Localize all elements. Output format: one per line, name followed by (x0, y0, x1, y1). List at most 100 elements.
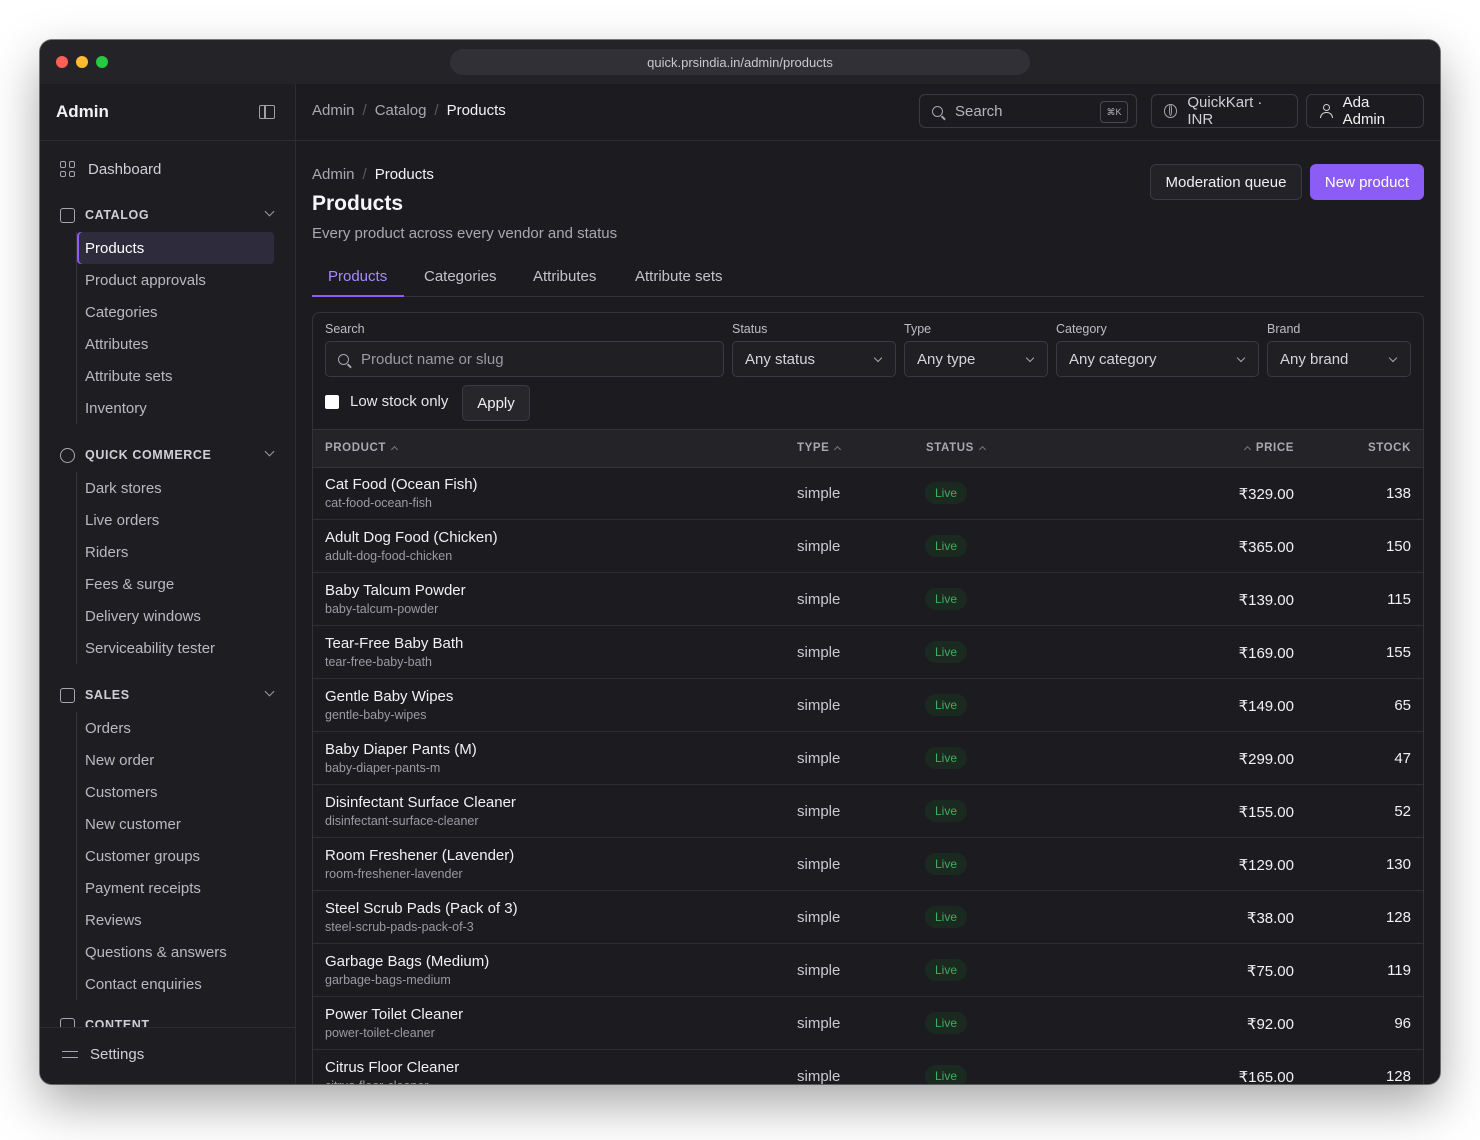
sidebar-item-dashboard[interactable]: Dashboard (60, 159, 161, 179)
tab-attribute-sets[interactable]: Attribute sets (635, 268, 723, 285)
product-price: ₹129.00 (1238, 857, 1294, 874)
product-name[interactable]: Tear-Free Baby Bath (325, 635, 463, 652)
section-catalog[interactable]: CATALOG (60, 205, 275, 225)
type-select-value: Any type (917, 350, 976, 368)
product-type: simple (797, 644, 841, 661)
sidebar-toggle-icon[interactable] (259, 105, 275, 119)
sidebar-item-inventory[interactable]: Inventory (77, 392, 274, 424)
sidebar-item-customers[interactable]: Customers (77, 776, 274, 808)
sidebar-item-attributes[interactable]: Attributes (77, 328, 274, 360)
table-row[interactable]: Baby Talcum Powder baby-talcum-powder simp… (313, 573, 1423, 626)
moderation-queue-button[interactable]: Moderation queue (1150, 164, 1302, 200)
column-header-status[interactable]: STATUS (926, 442, 991, 454)
apply-filters-button[interactable]: Apply (462, 385, 530, 421)
sidebar-item-product-approvals[interactable]: Product approvals (77, 264, 274, 296)
page-subtitle: Every product across every vendor and st… (312, 225, 618, 242)
sidebar-item-live-orders[interactable]: Live orders (77, 504, 274, 536)
sidebar-item-orders[interactable]: Orders (77, 712, 274, 744)
sidebar-item-new-customer[interactable]: New customer (77, 808, 274, 840)
status-badge: Live (925, 800, 968, 822)
product-name[interactable]: Disinfectant Surface Cleaner (325, 794, 516, 811)
tab-products[interactable]: Products (328, 268, 387, 285)
sort-icon (834, 445, 842, 453)
product-slug: room-freshener-lavender (325, 867, 463, 881)
sidebar-item-delivery-windows[interactable]: Delivery windows (77, 600, 274, 632)
section-sales[interactable]: SALES (60, 685, 275, 705)
globe-icon (60, 447, 75, 463)
maximize-window-button[interactable] (96, 56, 108, 68)
tab-categories[interactable]: Categories (424, 268, 497, 285)
table-row[interactable]: Citrus Floor Cleaner citrus-floor-cleaner… (313, 1050, 1423, 1084)
table-row[interactable]: Baby Diaper Pants (M) baby-diaper-pants-m… (313, 732, 1423, 785)
product-slug: cat-food-ocean-fish (325, 496, 433, 510)
product-table-body: Cat Food (Ocean Fish) cat-food-ocean-fish… (313, 467, 1423, 1084)
user-menu-button[interactable]: Ada Admin (1306, 94, 1424, 128)
product-name[interactable]: Steel Scrub Pads (Pack of 3) (325, 900, 518, 917)
table-row[interactable]: Garbage Bags (Medium) garbage-bags-medium… (313, 944, 1423, 997)
sidebar-item-payment-receipts[interactable]: Payment receipts (77, 872, 274, 904)
user-name: Ada Admin (1342, 94, 1386, 128)
chevron-down-icon (1236, 353, 1246, 363)
breadcrumb-catalog[interactable]: Catalog (375, 102, 427, 119)
product-name[interactable]: Garbage Bags (Medium) (325, 953, 489, 970)
product-name[interactable]: Cat Food (Ocean Fish) (325, 476, 478, 493)
sidebar-item-contact-enquiries[interactable]: Contact enquiries (77, 968, 274, 1000)
store-switcher-button[interactable]: QuickKart · INR (1151, 94, 1298, 128)
sidebar-item-customer-groups[interactable]: Customer groups (77, 840, 274, 872)
close-window-button[interactable] (56, 56, 68, 68)
sidebar-item-new-order[interactable]: New order (77, 744, 274, 776)
status-select[interactable]: Any status (732, 341, 896, 377)
sidebar-item-reviews[interactable]: Reviews (77, 904, 274, 936)
sidebar-item-serviceability-tester[interactable]: Serviceability tester (77, 632, 274, 664)
table-row[interactable]: Adult Dog Food (Chicken) adult-dog-food-c… (313, 520, 1423, 573)
address-bar[interactable]: quick.prsindia.in/admin/products (450, 49, 1030, 75)
product-search-input[interactable]: Product name or slug (325, 341, 724, 377)
breadcrumb-admin[interactable]: Admin (312, 102, 355, 119)
product-type: simple (797, 909, 841, 926)
table-row[interactable]: Room Freshener (Lavender) room-freshener-… (313, 838, 1423, 891)
low-stock-checkbox[interactable] (325, 394, 339, 409)
chevron-down-icon (264, 206, 275, 217)
breadcrumb-admin[interactable]: Admin (312, 166, 355, 183)
table-row[interactable]: Steel Scrub Pads (Pack of 3) steel-scrub-… (313, 891, 1423, 944)
status-badge: Live (925, 1065, 968, 1084)
table-row[interactable]: Disinfectant Surface Cleaner disinfectant… (313, 785, 1423, 838)
column-header-product[interactable]: PRODUCT (325, 442, 403, 454)
column-header-type[interactable]: TYPE (797, 442, 846, 454)
product-slug: tear-free-baby-bath (325, 655, 433, 669)
new-product-button[interactable]: New product (1310, 164, 1424, 200)
minimize-window-button[interactable] (76, 56, 88, 68)
product-name[interactable]: Baby Diaper Pants (M) (325, 741, 477, 758)
sidebar-item-attribute-sets[interactable]: Attribute sets (77, 360, 274, 392)
product-name[interactable]: Gentle Baby Wipes (325, 688, 453, 705)
table-row[interactable]: Tear-Free Baby Bath tear-free-baby-bath si… (313, 626, 1423, 679)
product-name[interactable]: Adult Dog Food (Chicken) (325, 529, 498, 546)
product-slug: citrus-floor-cleaner (325, 1079, 429, 1084)
table-row[interactable]: Cat Food (Ocean Fish) cat-food-ocean-fish… (313, 467, 1423, 520)
category-select[interactable]: Any category (1056, 341, 1259, 377)
chevron-down-icon (264, 686, 275, 697)
sidebar-item-settings[interactable]: Settings (62, 1046, 144, 1063)
global-search-button[interactable]: Search ⌘K (919, 94, 1137, 128)
sidebar-title: Admin (56, 102, 109, 121)
sidebar-item-riders[interactable]: Riders (77, 536, 274, 568)
product-name[interactable]: Citrus Floor Cleaner (325, 1059, 459, 1076)
product-name[interactable]: Power Toilet Cleaner (325, 1006, 463, 1023)
brand-select[interactable]: Any brand (1267, 341, 1411, 377)
product-name[interactable]: Baby Talcum Powder (325, 582, 466, 599)
low-stock-toggle[interactable]: Low stock only (325, 393, 448, 410)
sidebar-item-fees-surge[interactable]: Fees & surge (77, 568, 274, 600)
column-header-price[interactable]: PRICE (1239, 442, 1294, 454)
sidebar-item-products[interactable]: Products (77, 232, 274, 264)
sidebar-item-questions-answers[interactable]: Questions & answers (77, 936, 274, 968)
product-name[interactable]: Room Freshener (Lavender) (325, 847, 514, 864)
type-select[interactable]: Any type (904, 341, 1048, 377)
tab-attributes[interactable]: Attributes (533, 268, 596, 285)
table-row[interactable]: Gentle Baby Wipes gentle-baby-wipes simple… (313, 679, 1423, 732)
product-type: simple (797, 591, 841, 608)
sidebar-item-categories[interactable]: Categories (77, 296, 274, 328)
table-row[interactable]: Power Toilet Cleaner power-toilet-cleaner… (313, 997, 1423, 1050)
column-header-stock[interactable]: STOCK (1368, 442, 1411, 454)
section-quick-commerce[interactable]: QUICK COMMERCE (60, 445, 275, 465)
sidebar-item-dark-stores[interactable]: Dark stores (77, 472, 274, 504)
